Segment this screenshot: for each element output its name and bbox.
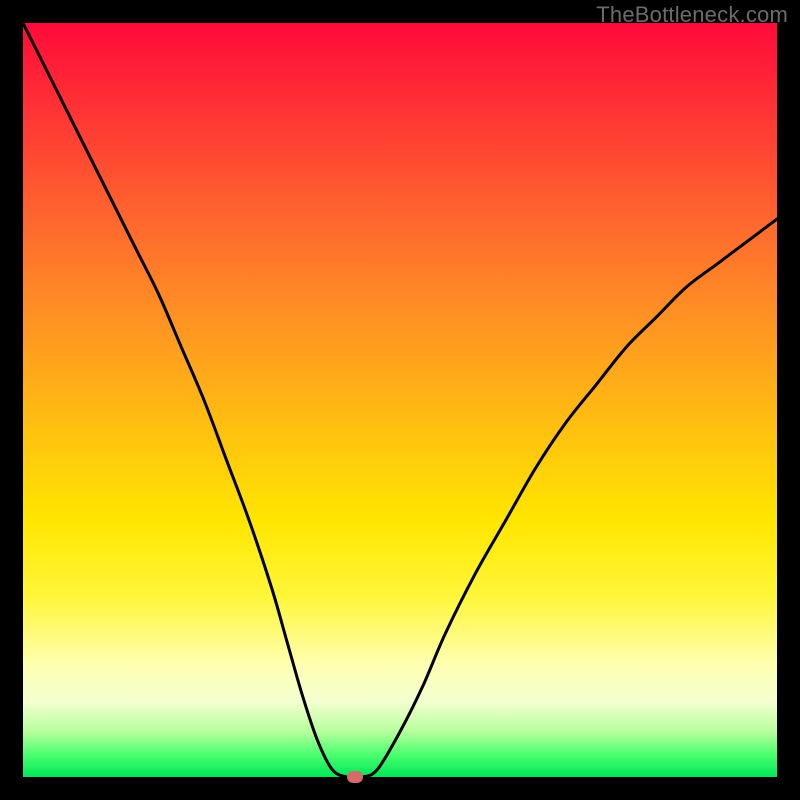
chart-frame: TheBottleneck.com [0,0,800,800]
optimal-point-marker [347,771,363,783]
plot-area [23,23,777,777]
bottleneck-curve [23,23,777,777]
